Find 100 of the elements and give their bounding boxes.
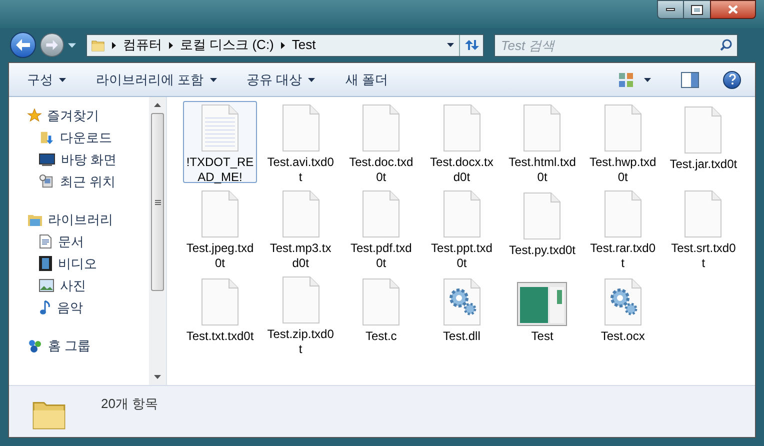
file-item[interactable]: Test.mp3.txd0t: [264, 187, 338, 269]
blank-file-icon: [201, 278, 239, 326]
application-window-icon: [517, 282, 568, 326]
file-name: Test.srt.txd0t: [670, 241, 737, 271]
file-item[interactable]: Test: [505, 273, 580, 355]
toolbar-menu-button[interactable]: 새 폴더: [337, 68, 396, 92]
forward-button[interactable]: [40, 33, 64, 57]
file-name: Test.html.txd0t: [508, 155, 576, 185]
recent-places-icon: [39, 174, 54, 189]
blank-file-icon: [282, 190, 320, 238]
toolbar-menu-button[interactable]: 구성: [19, 68, 74, 92]
file-item[interactable]: Test.dll: [424, 273, 499, 355]
file-name: Test.rar.txd0t: [589, 241, 657, 271]
caret-icon: [644, 78, 651, 82]
minimize-button[interactable]: [657, 0, 684, 19]
file-item[interactable]: Test.c: [344, 273, 418, 355]
file-name: !TXDOT_READ_ME!: [186, 155, 254, 185]
file-name: Test.avi.txd0t: [266, 155, 335, 185]
file-item[interactable]: Test.srt.txd0t: [666, 187, 740, 269]
file-name: Test.dll: [442, 329, 482, 344]
sidebar-group[interactable]: 즐겨찾기: [27, 105, 149, 126]
file-name: Test.jpeg.txd0t: [186, 241, 254, 271]
file-name: Test.mp3.txd0t: [268, 241, 332, 271]
question-mark-icon: [728, 74, 736, 85]
picture-icon: [39, 279, 54, 292]
sidebar-item[interactable]: 비디오: [27, 253, 149, 274]
blank-file-icon: [282, 276, 320, 324]
back-arrow-icon: [16, 39, 30, 51]
file-name: Test.docx.txd0t: [429, 155, 494, 185]
search-field[interactable]: Test 검색: [494, 34, 738, 56]
help-button[interactable]: [723, 70, 741, 88]
file-name: Test.jar.txd0t: [669, 157, 738, 172]
sidebar-item[interactable]: 사진: [27, 275, 149, 296]
scroll-down-icon: [154, 375, 161, 379]
file-item[interactable]: Test.txt.txd0t: [183, 273, 257, 355]
sidebar-item[interactable]: 최근 위치: [27, 171, 149, 192]
library-folder-icon: [27, 212, 43, 226]
file-item[interactable]: Test.py.txd0t: [505, 187, 580, 269]
blank-file-icon: [604, 190, 642, 238]
file-item[interactable]: Test.ppt.txd0t: [424, 187, 499, 269]
file-item[interactable]: !TXDOT_READ_ME!: [183, 101, 257, 183]
refresh-icon: [464, 39, 480, 51]
blank-file-icon: [201, 190, 239, 238]
sidebar-item[interactable]: 다운로드: [27, 127, 149, 148]
file-name: Test.py.txd0t: [508, 243, 576, 258]
file-item[interactable]: Test.pdf.txd0t: [344, 187, 418, 269]
breadcrumb-item[interactable]: 컴퓨터: [123, 35, 162, 55]
toolbar-menu-button[interactable]: 라이브러리에 포함: [88, 68, 225, 92]
file-item[interactable]: Test.zip.txd0t: [264, 273, 338, 355]
caret-icon: [59, 78, 66, 82]
back-button[interactable]: [10, 32, 36, 58]
file-item[interactable]: Test.rar.txd0t: [586, 187, 660, 269]
file-name: Test.c: [364, 329, 398, 344]
caret-icon: [210, 78, 217, 82]
file-name: Test.zip.txd0t: [266, 327, 335, 357]
file-item[interactable]: Test.jpeg.txd0t: [183, 187, 257, 269]
blank-file-icon: [523, 104, 562, 152]
blank-file-icon: [604, 104, 642, 152]
file-name: Test: [530, 329, 554, 344]
file-item[interactable]: Test.docx.txd0t: [424, 101, 499, 183]
breadcrumb-item[interactable]: Test: [292, 35, 316, 55]
file-item[interactable]: Test.jar.txd0t: [666, 101, 740, 183]
file-item[interactable]: Test.html.txd0t: [505, 101, 580, 183]
item-count: 20개 항목: [101, 395, 158, 413]
forward-arrow-icon: [46, 40, 58, 50]
sidebar-item[interactable]: 바탕 화면: [27, 149, 149, 170]
search-icon: [720, 38, 732, 50]
caret-icon: [68, 42, 76, 48]
close-icon: [728, 5, 738, 14]
sidebar-item[interactable]: 음악: [27, 297, 149, 318]
file-name: Test.hwp.txd0t: [588, 155, 657, 185]
toolbar-menu-button[interactable]: 공유 대상: [238, 68, 324, 92]
blank-file-icon: [362, 190, 400, 238]
blank-file-icon: [523, 192, 562, 240]
file-item[interactable]: Test.doc.txd0t: [344, 101, 418, 183]
breadcrumb-arrow-icon: [112, 42, 116, 48]
sidebar-item[interactable]: 문서: [27, 231, 149, 252]
blank-file-icon: [282, 104, 320, 152]
monitor-icon: [39, 152, 55, 166]
close-button[interactable]: [710, 0, 756, 19]
blank-file-icon: [362, 278, 400, 326]
file-item[interactable]: Test.avi.txd0t: [264, 101, 338, 183]
scrollbar[interactable]: [149, 97, 166, 385]
text-file-icon: [201, 104, 239, 152]
maximize-button[interactable]: [684, 0, 710, 19]
blank-file-icon: [684, 190, 722, 238]
breadcrumb-item[interactable]: 로컬 디스크 (C:): [180, 35, 274, 55]
document-icon: [39, 234, 52, 249]
file-name: Test.txt.txd0t: [186, 329, 254, 344]
star-icon: [27, 108, 42, 123]
scrollbar-thumb[interactable]: [151, 113, 164, 291]
file-name: Test.pdf.txd0t: [349, 241, 413, 271]
blank-file-icon: [442, 104, 481, 152]
sidebar-group[interactable]: 라이브러리: [27, 209, 149, 230]
sidebar-group[interactable]: 홈 그룹: [27, 335, 149, 356]
file-item[interactable]: Test.ocx: [586, 273, 660, 355]
breadcrumb-arrow-icon: [169, 42, 173, 48]
address-bar[interactable]: 컴퓨터 로컬 디스크 (C:) Test: [86, 34, 484, 56]
grip-icon: [154, 200, 160, 204]
file-item[interactable]: Test.hwp.txd0t: [586, 101, 660, 183]
